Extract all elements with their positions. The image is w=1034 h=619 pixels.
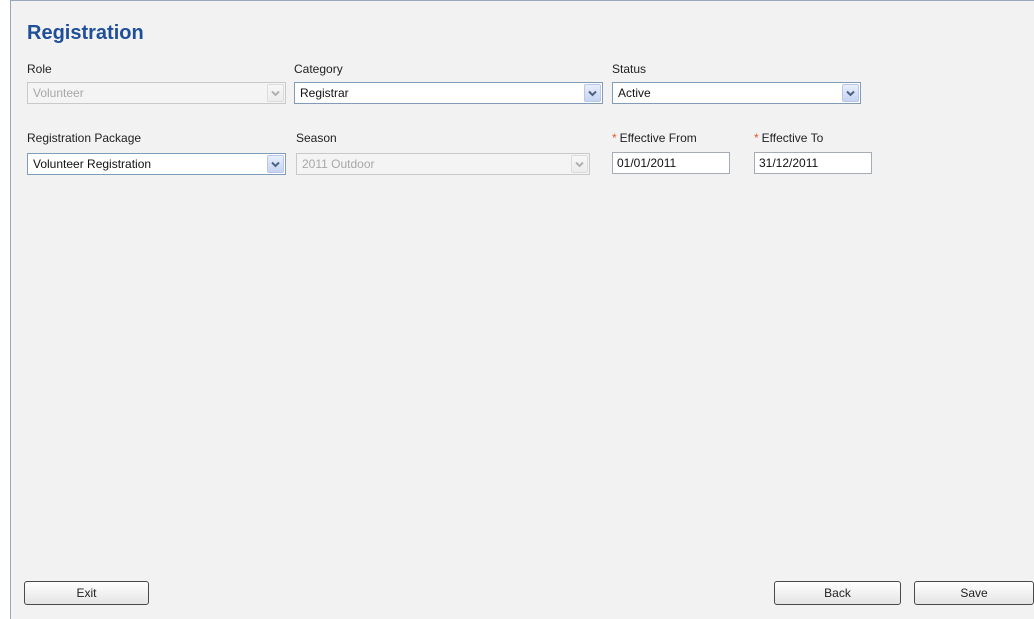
chevron-down-icon [571,155,588,173]
category-select-value: Registrar [300,86,349,100]
season-select-value: 2011 Outdoor [302,157,375,171]
save-button[interactable]: Save [914,581,1034,605]
chevron-down-icon [267,84,284,102]
registration-package-select[interactable]: Volunteer Registration [27,153,286,175]
back-button[interactable]: Back [774,581,901,605]
exit-button[interactable]: Exit [24,581,149,605]
registration-panel: Registration Role Volunteer Category Reg… [10,0,1034,619]
required-marker: * [754,131,759,145]
registration-package-select-value: Volunteer Registration [33,157,152,171]
effective-from-label-text: Effective From [619,131,697,145]
registration-package-label: Registration Package [27,131,142,145]
chevron-down-icon[interactable] [842,84,859,102]
season-label: Season [296,131,337,145]
chevron-down-icon[interactable] [267,155,284,173]
status-select-value: Active [618,86,651,100]
required-marker: * [612,131,617,145]
role-select[interactable]: Volunteer [27,82,286,104]
page-title: Registration [27,22,144,44]
status-select[interactable]: Active [612,82,861,104]
effective-to-label: * Effective To [754,130,823,146]
role-label: Role [27,62,52,76]
role-select-value: Volunteer [33,86,84,100]
effective-to-input[interactable] [754,152,872,174]
season-select[interactable]: 2011 Outdoor [296,153,590,175]
chevron-down-icon[interactable] [584,84,601,102]
category-select[interactable]: Registrar [294,82,603,104]
status-label: Status [612,62,647,76]
effective-from-label: * Effective From [612,130,697,146]
effective-to-label-text: Effective To [761,131,824,145]
effective-from-input[interactable] [612,152,730,174]
category-label: Category [294,62,343,76]
